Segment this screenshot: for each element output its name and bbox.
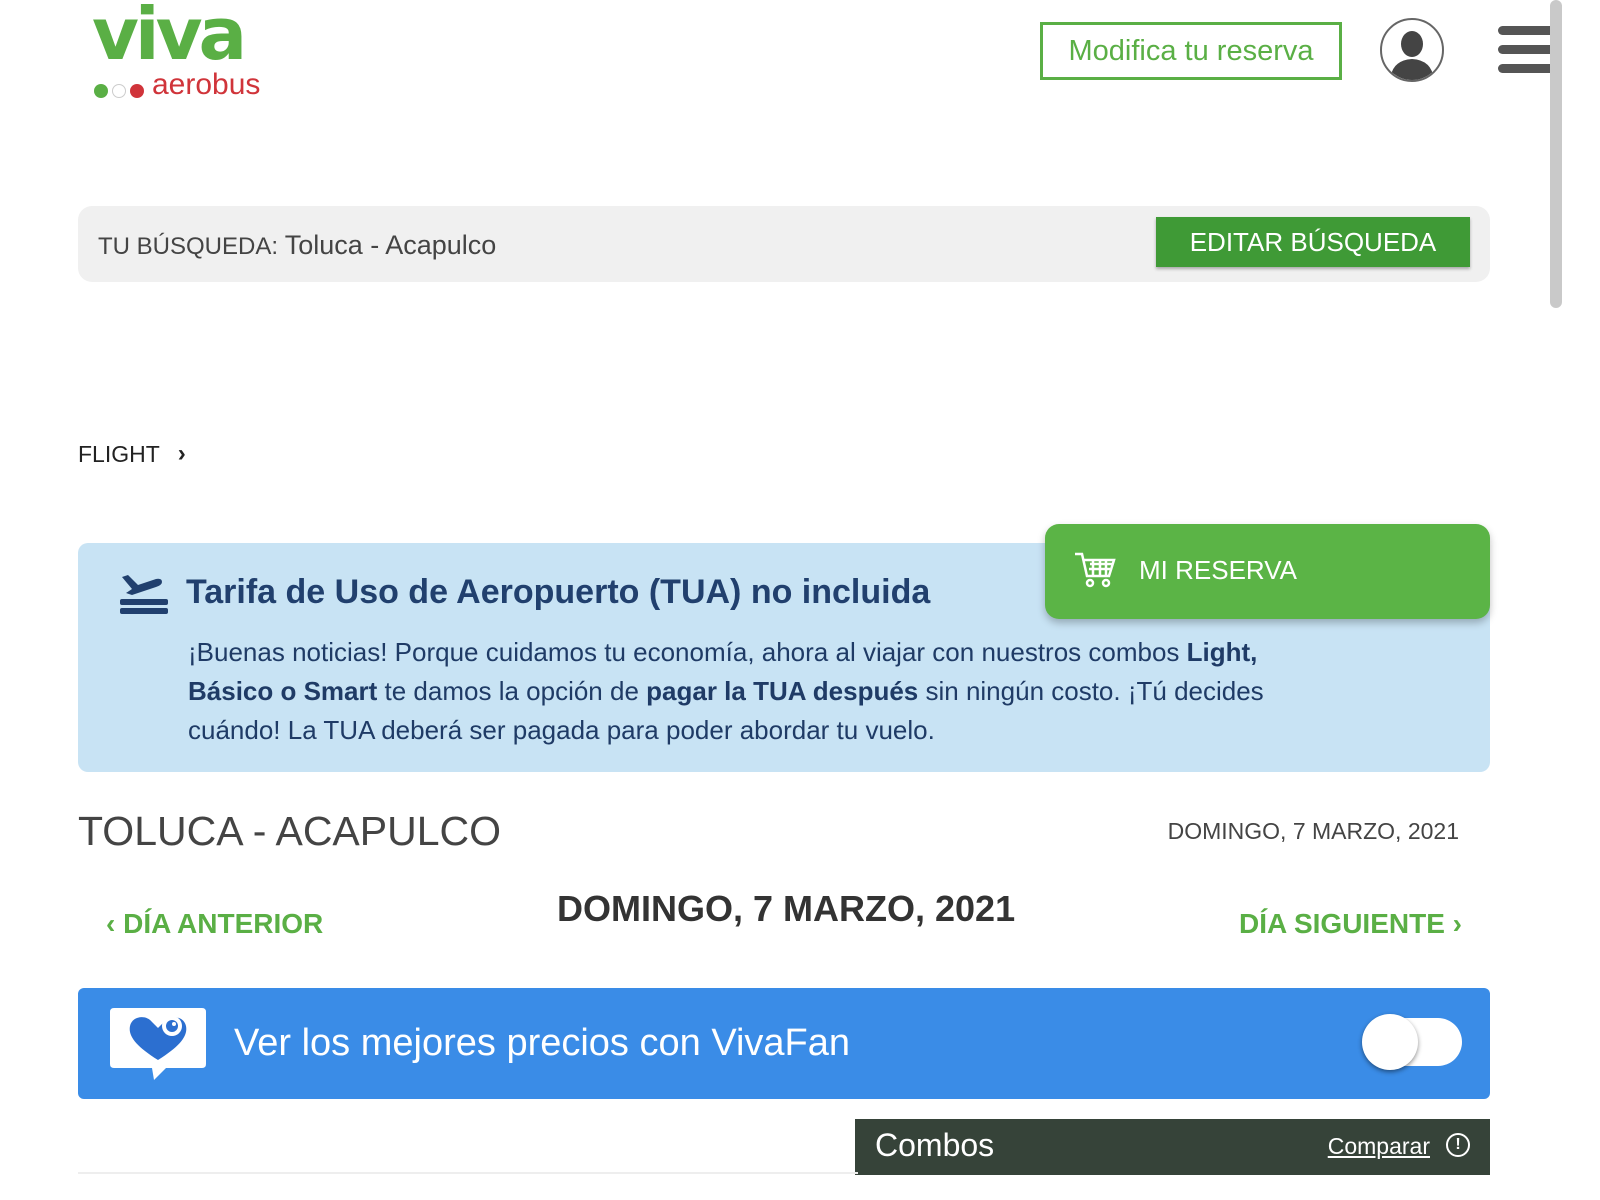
divider (78, 1172, 858, 1174)
tua-text-1: ¡Buenas noticias! Porque cuidamos tu eco… (188, 637, 1187, 667)
combos-title: Combos (875, 1127, 995, 1163)
search-route: Toluca - Acapulco (284, 230, 497, 260)
breadcrumb: FLIGHT › (78, 440, 186, 468)
tua-title: Tarifa de Uso de Aeropuerto (TUA) no inc… (186, 573, 931, 611)
route-title: TOLUCA - ACAPULCO (78, 808, 502, 854)
combos-header: Combos Comparar ! (855, 1119, 1490, 1175)
viva-aerobus-logo[interactable]: viva aerobus (92, 0, 262, 102)
edit-search-button[interactable]: EDITAR BÚSQUEDA (1156, 217, 1470, 267)
selected-date: DOMINGO, 7 MARZO, 2021 (557, 888, 1016, 929)
my-reservation-label: MI RESERVA (1139, 555, 1297, 585)
tua-description: ¡Buenas noticias! Porque cuidamos tu eco… (188, 633, 1328, 750)
user-avatar-icon[interactable] (1380, 18, 1444, 82)
my-reservation-button[interactable]: MI RESERVA (1045, 524, 1490, 619)
tua-bold-pay-later: pagar la TUA después (646, 676, 919, 706)
logo-wordmark: viva (92, 0, 247, 76)
page-scrollbar[interactable] (1548, 0, 1564, 1200)
vivafan-label: Ver los mejores precios con VivaFan (234, 1022, 851, 1064)
tua-text-2: te damos la opción de (377, 676, 647, 706)
search-summary: TU BÚSQUEDA: Toluca - Acapulco (98, 230, 496, 261)
search-label: TU BÚSQUEDA: (98, 233, 279, 260)
scrollbar-thumb[interactable] (1550, 0, 1562, 308)
vivafan-toggle[interactable] (1362, 1014, 1462, 1070)
heart-chat-icon (106, 1004, 210, 1084)
chevron-right-icon: › (177, 440, 186, 467)
route-date: DOMINGO, 7 MARZO, 2021 (1167, 818, 1459, 844)
shopping-cart-icon (1073, 550, 1117, 590)
search-summary-bar: TU BÚSQUEDA: Toluca - Acapulco EDITAR BÚ… (78, 206, 1490, 282)
compare-link[interactable]: Comparar (1328, 1133, 1430, 1160)
airplane-landing-icon (118, 573, 170, 617)
toggle-knob (1362, 1014, 1418, 1070)
vivafan-banner: Ver los mejores precios con VivaFan (78, 988, 1490, 1099)
previous-day-link[interactable]: ‹ DÍA ANTERIOR (106, 908, 323, 940)
next-day-link[interactable]: DÍA SIGUIENTE › (1239, 908, 1462, 940)
modify-reservation-button[interactable]: Modifica tu reserva (1040, 22, 1342, 80)
breadcrumb-item-flight[interactable]: FLIGHT (78, 441, 160, 468)
logo-subtitle: aerobus (152, 68, 261, 101)
info-icon[interactable]: ! (1446, 1133, 1470, 1157)
